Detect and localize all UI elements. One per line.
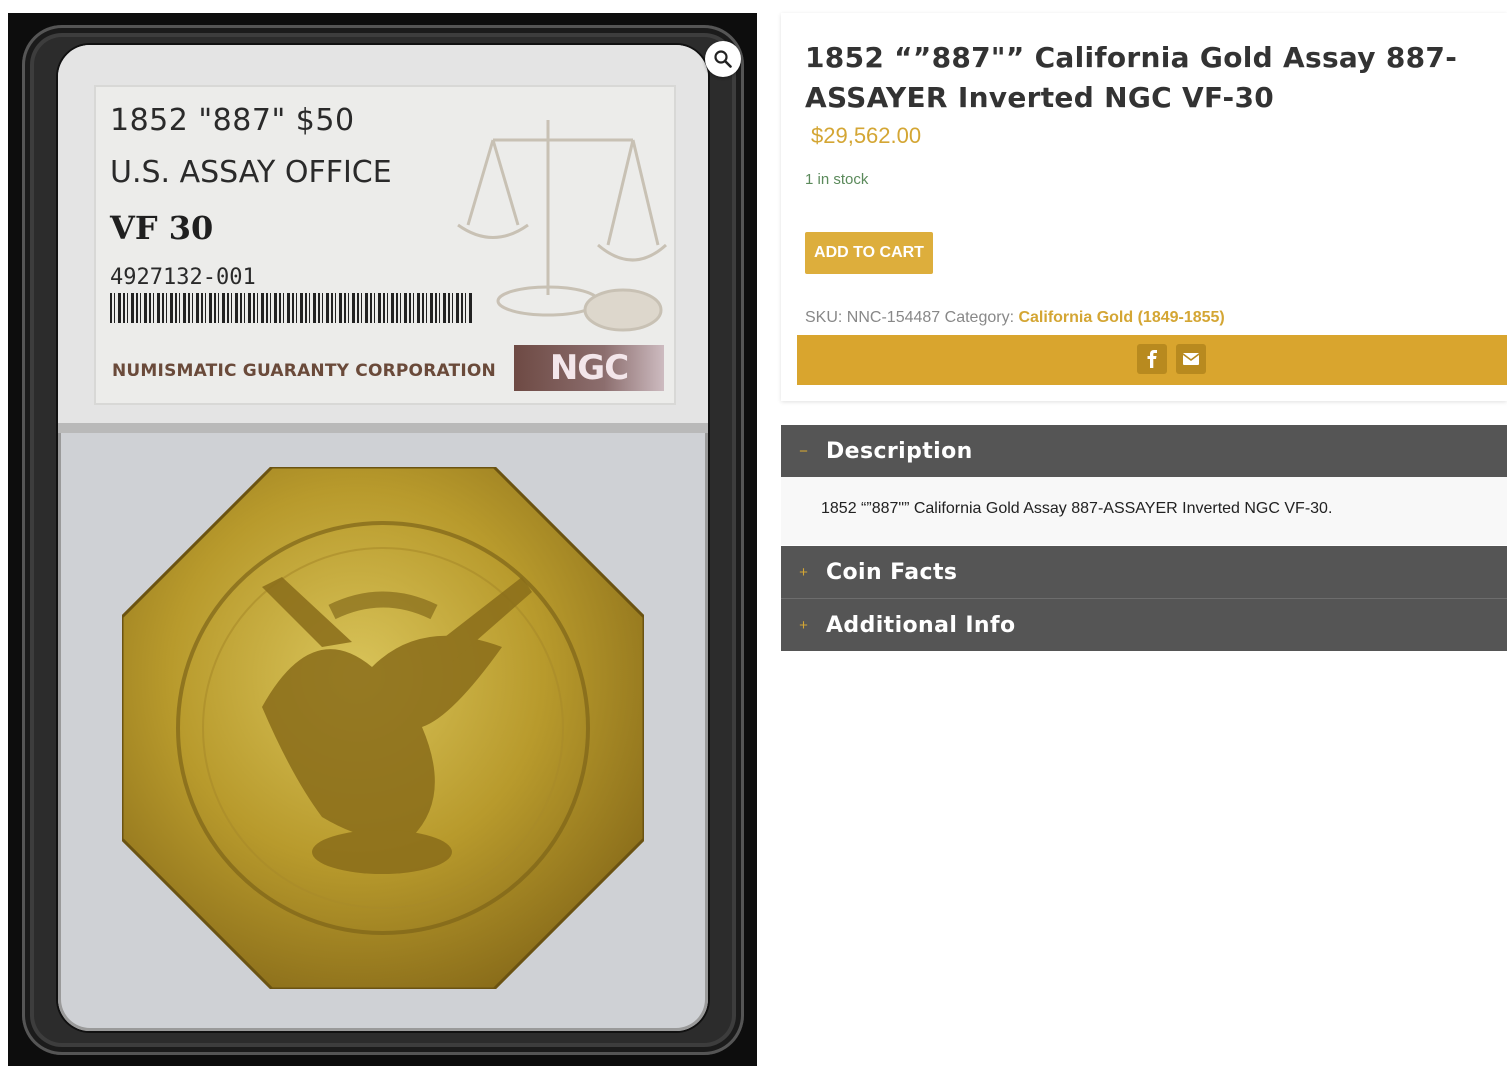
- slab-label-grade: VF 30: [110, 209, 214, 247]
- slab-label-issuer: U.S. ASSAY OFFICE: [110, 155, 392, 190]
- product-meta: SKU: NNC-154487 Category: California Gol…: [805, 309, 1225, 327]
- category-label: Category:: [944, 309, 1015, 326]
- description-text: 1852 “”887"” California Gold Assay 887-A…: [821, 500, 1333, 517]
- product-price: $29,562.00: [811, 123, 922, 148]
- slab-label-corporation: NUMISMATIC GUARANTY CORPORATION: [112, 361, 496, 381]
- sku-label: SKU:: [805, 309, 843, 326]
- sku-value: NNC-154487: [846, 309, 941, 326]
- tab-additional-info[interactable]: + Additional Info: [781, 599, 1507, 651]
- tab-description-label: Description: [826, 438, 973, 464]
- slab-label-cert-number: 4927132-001: [110, 265, 256, 290]
- tab-coin-facts[interactable]: + Coin Facts: [781, 546, 1507, 598]
- expand-icon: +: [799, 563, 808, 581]
- tab-coin-facts-label: Coin Facts: [826, 559, 958, 585]
- facebook-icon: [1147, 350, 1157, 368]
- slab-divider: [58, 423, 708, 433]
- email-icon: [1183, 353, 1199, 365]
- category-link[interactable]: California Gold (1849-1855): [1018, 309, 1224, 326]
- magnifier-icon: [714, 50, 732, 68]
- tab-additional-info-label: Additional Info: [826, 612, 1016, 638]
- product-image[interactable]: 1852 "887" $50 U.S. ASSAY OFFICE VF 30 4…: [8, 13, 757, 1066]
- add-to-cart-button[interactable]: ADD TO CART: [805, 232, 933, 274]
- collapse-icon: −: [799, 442, 808, 460]
- email-share-button[interactable]: [1176, 344, 1206, 374]
- gold-coin: [122, 467, 644, 989]
- facebook-share-button[interactable]: [1137, 344, 1167, 374]
- stock-status: 1 in stock: [805, 171, 869, 188]
- slab-label-year-denomination: 1852 "887" $50: [110, 103, 355, 138]
- description-panel: 1852 “”887"” California Gold Assay 887-A…: [781, 477, 1507, 545]
- expand-icon: +: [799, 616, 808, 634]
- balance-scale-icon: [457, 120, 668, 332]
- ngc-logo: NGC: [514, 345, 664, 391]
- zoom-button[interactable]: [705, 41, 741, 77]
- tab-description[interactable]: − Description: [781, 425, 1507, 477]
- barcode: [110, 293, 474, 323]
- product-title: 1852 “”887"” California Gold Assay 887-A…: [805, 41, 1458, 114]
